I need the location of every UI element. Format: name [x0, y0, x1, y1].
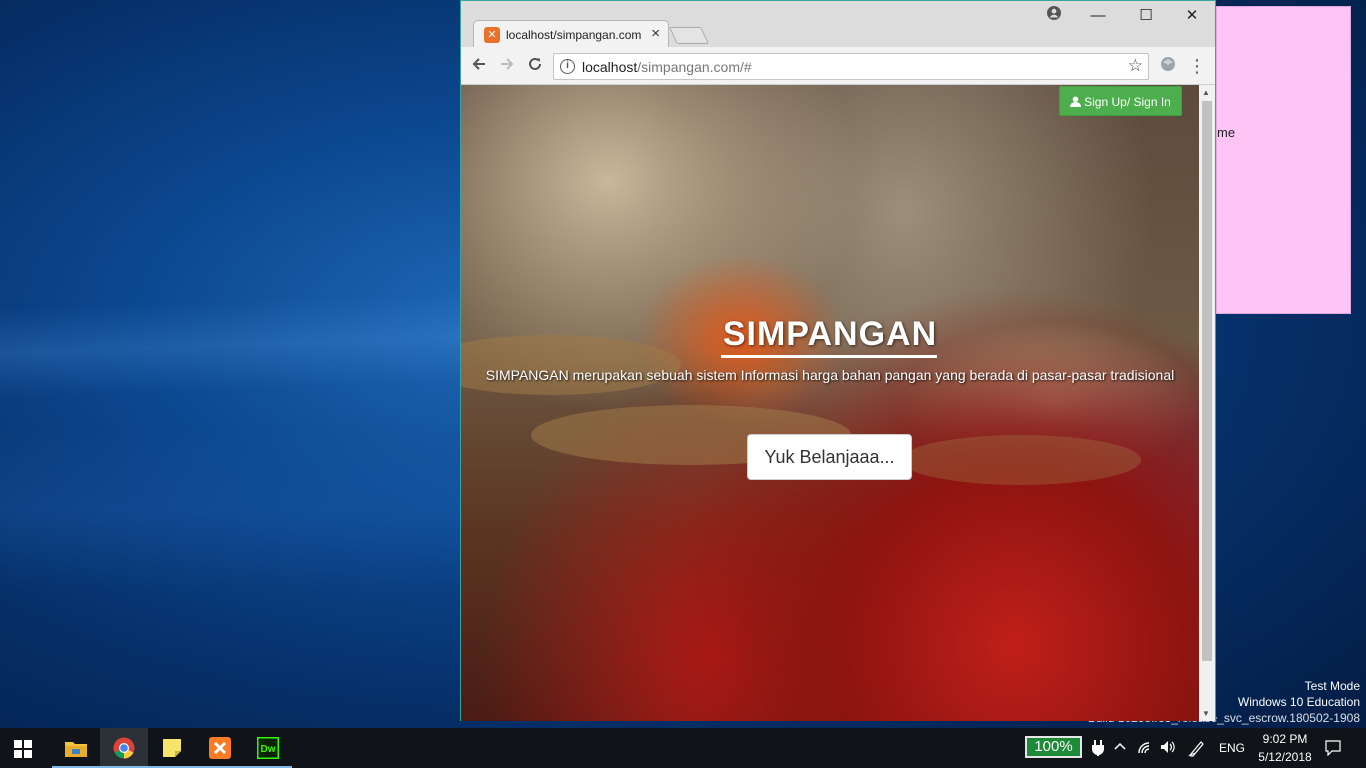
power-plug-icon[interactable] [1091, 740, 1105, 756]
shop-now-button[interactable]: Yuk Belanjaaa... [747, 434, 912, 480]
windows-start-icon[interactable] [14, 740, 32, 758]
clock-date[interactable]: 5/12/2018 [1255, 750, 1315, 764]
maximize-button[interactable]: ☐ [1131, 5, 1161, 27]
new-tab-button[interactable] [669, 27, 709, 44]
info-icon[interactable]: i [560, 59, 575, 74]
volume-icon[interactable] [1160, 739, 1176, 755]
forward-arrow-icon[interactable] [497, 56, 517, 76]
wallpaper-light-beam [0, 291, 470, 399]
chrome-window[interactable]: ✕ localhost/simpangan.com × — ☐ ✕ i loca… [460, 0, 1216, 721]
page-subtitle: SIMPANGAN merupakan sebuah sistem Inform… [485, 367, 1175, 383]
url-path: /simpangan.com/# [637, 59, 752, 75]
reload-icon[interactable] [525, 56, 545, 76]
address-bar[interactable]: i localhost/simpangan.com/# ☆ [553, 53, 1149, 80]
bookmark-star-icon[interactable]: ☆ [1128, 56, 1143, 76]
sign-in-label: Sign Up/ Sign In [1084, 95, 1171, 109]
svg-text:Dw: Dw [261, 744, 276, 755]
zoom-indicator[interactable]: 100% [1025, 736, 1082, 758]
url-text[interactable]: localhost/simpangan.com/# [582, 59, 752, 75]
chevron-up-icon[interactable] [1114, 742, 1126, 750]
minimize-button[interactable]: — [1083, 5, 1113, 27]
scroll-down-icon[interactable]: ▼ [1202, 709, 1210, 718]
xampp-icon: ✕ [484, 27, 500, 43]
sticky-note[interactable]: me [1216, 6, 1351, 314]
dreamweaver-icon[interactable]: Dw [244, 728, 292, 768]
browser-tab[interactable]: ✕ localhost/simpangan.com × [473, 20, 669, 48]
extension-icon[interactable] [1158, 56, 1178, 76]
page-viewport: Sign Up/ Sign In SIMPANGAN SIMPANGAN mer… [461, 85, 1199, 721]
user-icon [1070, 96, 1082, 107]
wifi-icon[interactable] [1138, 740, 1154, 754]
close-window-button[interactable]: ✕ [1177, 5, 1207, 27]
clock-time[interactable]: 9:02 PM [1260, 732, 1310, 746]
taskbar: Dw 100% ENG 9:02 PM 5/12/2018 [0, 728, 1366, 768]
title-bar[interactable]: ✕ localhost/simpangan.com × — ☐ ✕ [461, 1, 1215, 48]
file-explorer-icon[interactable] [52, 728, 100, 768]
sticky-notes-icon[interactable] [148, 728, 196, 768]
title-underline [721, 355, 937, 358]
account-icon[interactable] [1039, 5, 1069, 27]
language-indicator[interactable]: ENG [1219, 741, 1245, 755]
market-basket-decor [901, 435, 1141, 485]
wallpaper-light-beam [0, 430, 470, 590]
scroll-up-icon[interactable]: ▲ [1202, 88, 1210, 97]
menu-kebab-icon[interactable]: ⋮ [1187, 56, 1207, 76]
action-center-icon[interactable] [1325, 740, 1341, 756]
sign-in-button[interactable]: Sign Up/ Sign In [1059, 86, 1182, 116]
tab-close-icon[interactable]: × [651, 25, 660, 43]
pen-ink-icon[interactable] [1188, 739, 1206, 757]
xampp-icon[interactable] [196, 728, 244, 768]
page-title: SIMPANGAN [722, 315, 938, 353]
tab-title: localhost/simpangan.com [506, 28, 641, 42]
sticky-note-text[interactable]: me [1217, 125, 1235, 140]
back-arrow-icon[interactable] [469, 56, 489, 76]
vertical-scrollbar[interactable]: ▲ ▼ [1199, 85, 1215, 721]
browser-toolbar: i localhost/simpangan.com/# ☆ ⋮ [461, 47, 1215, 85]
chrome-icon[interactable] [100, 728, 148, 768]
url-host: localhost [582, 59, 638, 75]
scroll-thumb[interactable] [1202, 101, 1212, 661]
